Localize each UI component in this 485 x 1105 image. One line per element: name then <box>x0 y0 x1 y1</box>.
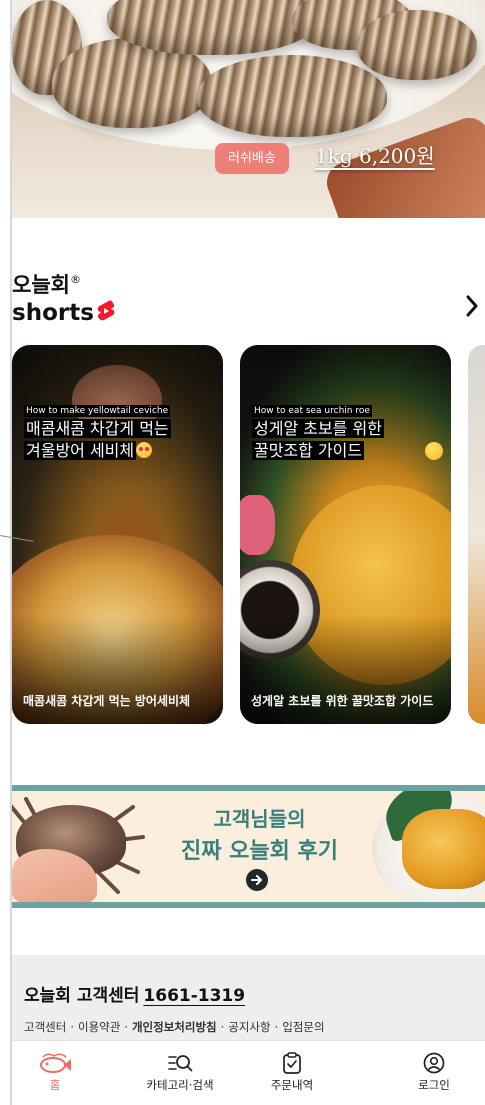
shorts-label: shorts <box>12 300 94 326</box>
tab-login-label: 로그인 <box>418 1078 450 1092</box>
pickled-ginger-image <box>240 495 275 555</box>
card-english-title: How to eat sea urchin roe <box>252 405 372 417</box>
footer-separator: · <box>274 1020 279 1034</box>
tab-home-label: 홈 <box>49 1078 61 1092</box>
section-brand-title: 오늘회® <box>12 265 81 300</box>
fish-logo-icon <box>40 1053 71 1073</box>
clam-image <box>197 55 387 137</box>
footer-separator: · <box>220 1020 225 1034</box>
rush-delivery-badge: 러쉬배송 <box>215 143 289 174</box>
registered-mark: ® <box>69 273 81 286</box>
clipboard-icon <box>283 1052 301 1074</box>
arrow-right-icon[interactable] <box>246 869 268 891</box>
shorts-card[interactable]: How to make yellowtail ceviche 매콤새콤 차갑게 … <box>12 345 223 724</box>
bottom-tab-bar: 홈 카테고리·검색 주문내역 로그인 <box>12 1040 485 1105</box>
shorts-card-partial[interactable] <box>468 345 485 724</box>
banner-line2: 진짜 오늘회 후기 <box>181 839 338 864</box>
tab-orders[interactable]: 주문내역 <box>237 1051 347 1093</box>
hero-product-banner[interactable] <box>12 0 485 218</box>
shorts-next-button[interactable] <box>461 292 483 320</box>
tab-category-search[interactable]: 카테고리·검색 <box>125 1051 235 1093</box>
heart-eyes-emoji-icon <box>136 442 153 458</box>
chevron-right-icon <box>466 295 478 317</box>
tab-home[interactable]: 홈 <box>0 1051 110 1093</box>
footer-separator: · <box>70 1020 74 1034</box>
card-title-line2: 겨울방어 세비체 <box>24 441 137 460</box>
arrow-right-glyph <box>251 875 262 885</box>
footer-link-notice[interactable]: 공지사항 <box>228 1020 270 1034</box>
tab-login[interactable]: 로그인 <box>379 1051 485 1093</box>
card-caption: 성게알 초보를 위한 꿀맛조합 가이드 <box>251 694 434 708</box>
smile-emoji-icon <box>425 442 443 460</box>
search-icon <box>168 1055 193 1072</box>
footer-links: 고객센터 · 이용약관 · 개인정보처리방침 · 공지사항 · 입점문의 <box>24 1019 325 1035</box>
footer-link-privacy[interactable]: 개인정보처리방침 <box>132 1020 217 1034</box>
tab-category-search-label: 카테고리·검색 <box>146 1078 214 1092</box>
menu-search-icon <box>125 1051 235 1075</box>
user-icon <box>423 1052 445 1074</box>
card-english-title: How to make yellowtail ceviche <box>24 405 171 417</box>
customer-center-phone[interactable]: 1661-1319 <box>143 986 245 1006</box>
clipboard-check-icon <box>237 1051 347 1075</box>
user-circle-icon <box>379 1051 485 1075</box>
card-title-line2: 꿀맛조합 가이드 <box>252 441 365 460</box>
footer-link-customer-center[interactable]: 고객센터 <box>24 1020 66 1034</box>
footer-link-terms[interactable]: 이용약관 <box>78 1020 120 1034</box>
shorts-card[interactable]: How to eat sea urchin roe 성게알 초보를 위한꿀맛조합… <box>240 345 451 724</box>
product-price[interactable]: 1kg 6,200원 <box>315 140 435 169</box>
shorts-title: shorts <box>12 298 116 328</box>
clam-image <box>357 10 477 80</box>
card-caption: 매콤새콤 차갑게 먹는 방어세비체 <box>23 694 191 708</box>
youtube-shorts-icon <box>97 300 115 321</box>
customer-center-label: 오늘회 고객센터 <box>24 986 140 1006</box>
card-title-line1: 매콤새콤 차갑게 먹는 <box>24 419 171 438</box>
customer-center-title: 오늘회 고객센터 1661-1319 <box>24 981 245 1006</box>
home-logo-icon <box>0 1051 110 1075</box>
footer-link-partnership[interactable]: 입점문의 <box>282 1020 324 1034</box>
card-korean-title: 매콤새콤 차갑게 먹는겨울방어 세비체 <box>24 418 204 462</box>
banner-line1: 고객님들의 <box>213 807 306 831</box>
card-title-line1: 성게알 초보를 위한 <box>252 419 384 438</box>
footer-separator: · <box>124 1020 128 1034</box>
customer-review-banner[interactable]: 고객님들의 진짜 오늘회 후기 <box>12 785 485 908</box>
card-korean-title: 성게알 초보를 위한꿀맛조합 가이드 <box>252 418 432 462</box>
tab-orders-label: 주문내역 <box>270 1078 314 1092</box>
brand-name: 오늘회 <box>12 273 70 297</box>
